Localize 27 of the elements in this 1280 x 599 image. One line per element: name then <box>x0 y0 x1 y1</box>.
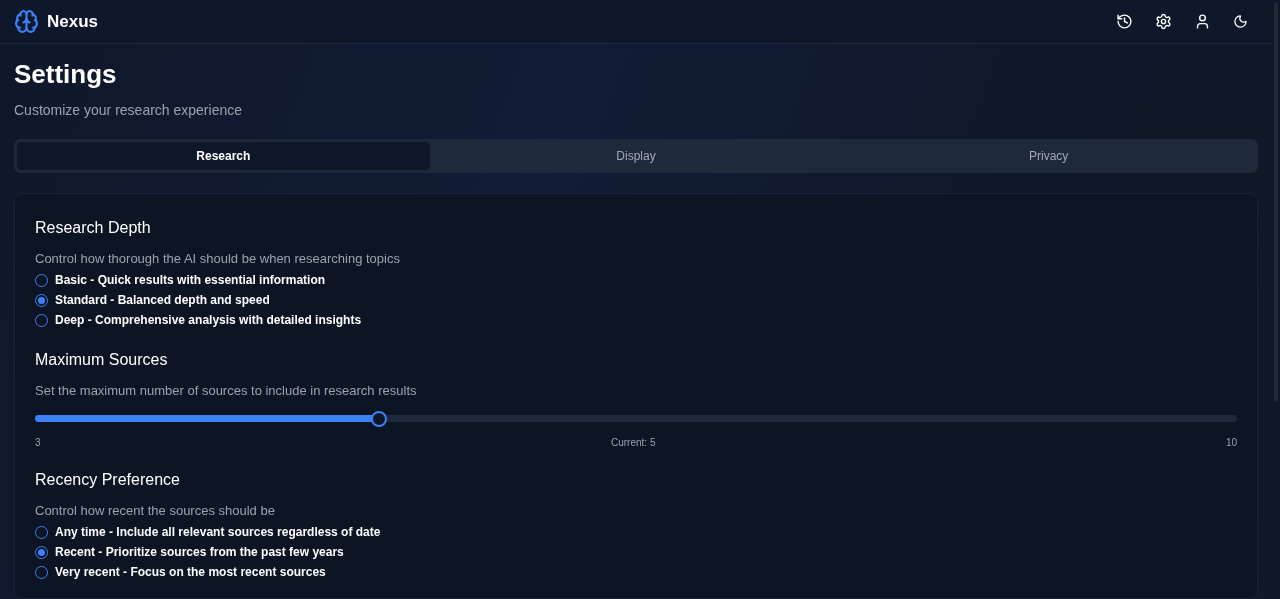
tab[interactable]: Research <box>17 142 430 170</box>
section-title: Maximum Sources <box>35 350 168 370</box>
history-icon[interactable] <box>1116 13 1133 30</box>
tab[interactable]: Privacy <box>842 142 1255 170</box>
page-subtitle: Customize your research experience <box>14 101 242 120</box>
section-description: Control how recent the sources should be <box>35 502 275 520</box>
section-description: Control how thorough the AI should be when researching topics <box>35 250 400 268</box>
section-title: Recency Preference <box>35 470 180 490</box>
slider-value: Current: 5 <box>611 436 656 450</box>
moon-icon[interactable] <box>1233 14 1248 29</box>
radio-label: Deep - Comprehensive analysis with detailed insights <box>55 312 362 329</box>
tab[interactable]: Display <box>429 142 843 170</box>
settings-icon[interactable] <box>1155 13 1172 30</box>
radio-label: Any time - Include all relevant sources regardless of date <box>55 524 381 541</box>
slider-max: 10 <box>1225 436 1237 450</box>
radio-label: Basic - Quick results with essential information <box>55 272 326 289</box>
radio-label: Recent - Prioritize sources from the past few years <box>55 544 344 561</box>
page-title: Settings <box>14 58 117 91</box>
radio-label: Standard - Balanced depth and speed <box>55 292 270 309</box>
user-icon[interactable] <box>1194 13 1211 30</box>
brain-logo-icon <box>14 9 39 34</box>
radio-label: Very recent - Focus on the most recent sources <box>55 564 326 581</box>
slider-thumb[interactable] <box>370 410 387 427</box>
slider-min: 3 <box>35 436 41 450</box>
section-description: Set the maximum number of sources to include in research results <box>35 382 417 400</box>
section-title: Research Depth <box>35 218 151 238</box>
app-logo[interactable]: Nexus <box>47 8 99 35</box>
